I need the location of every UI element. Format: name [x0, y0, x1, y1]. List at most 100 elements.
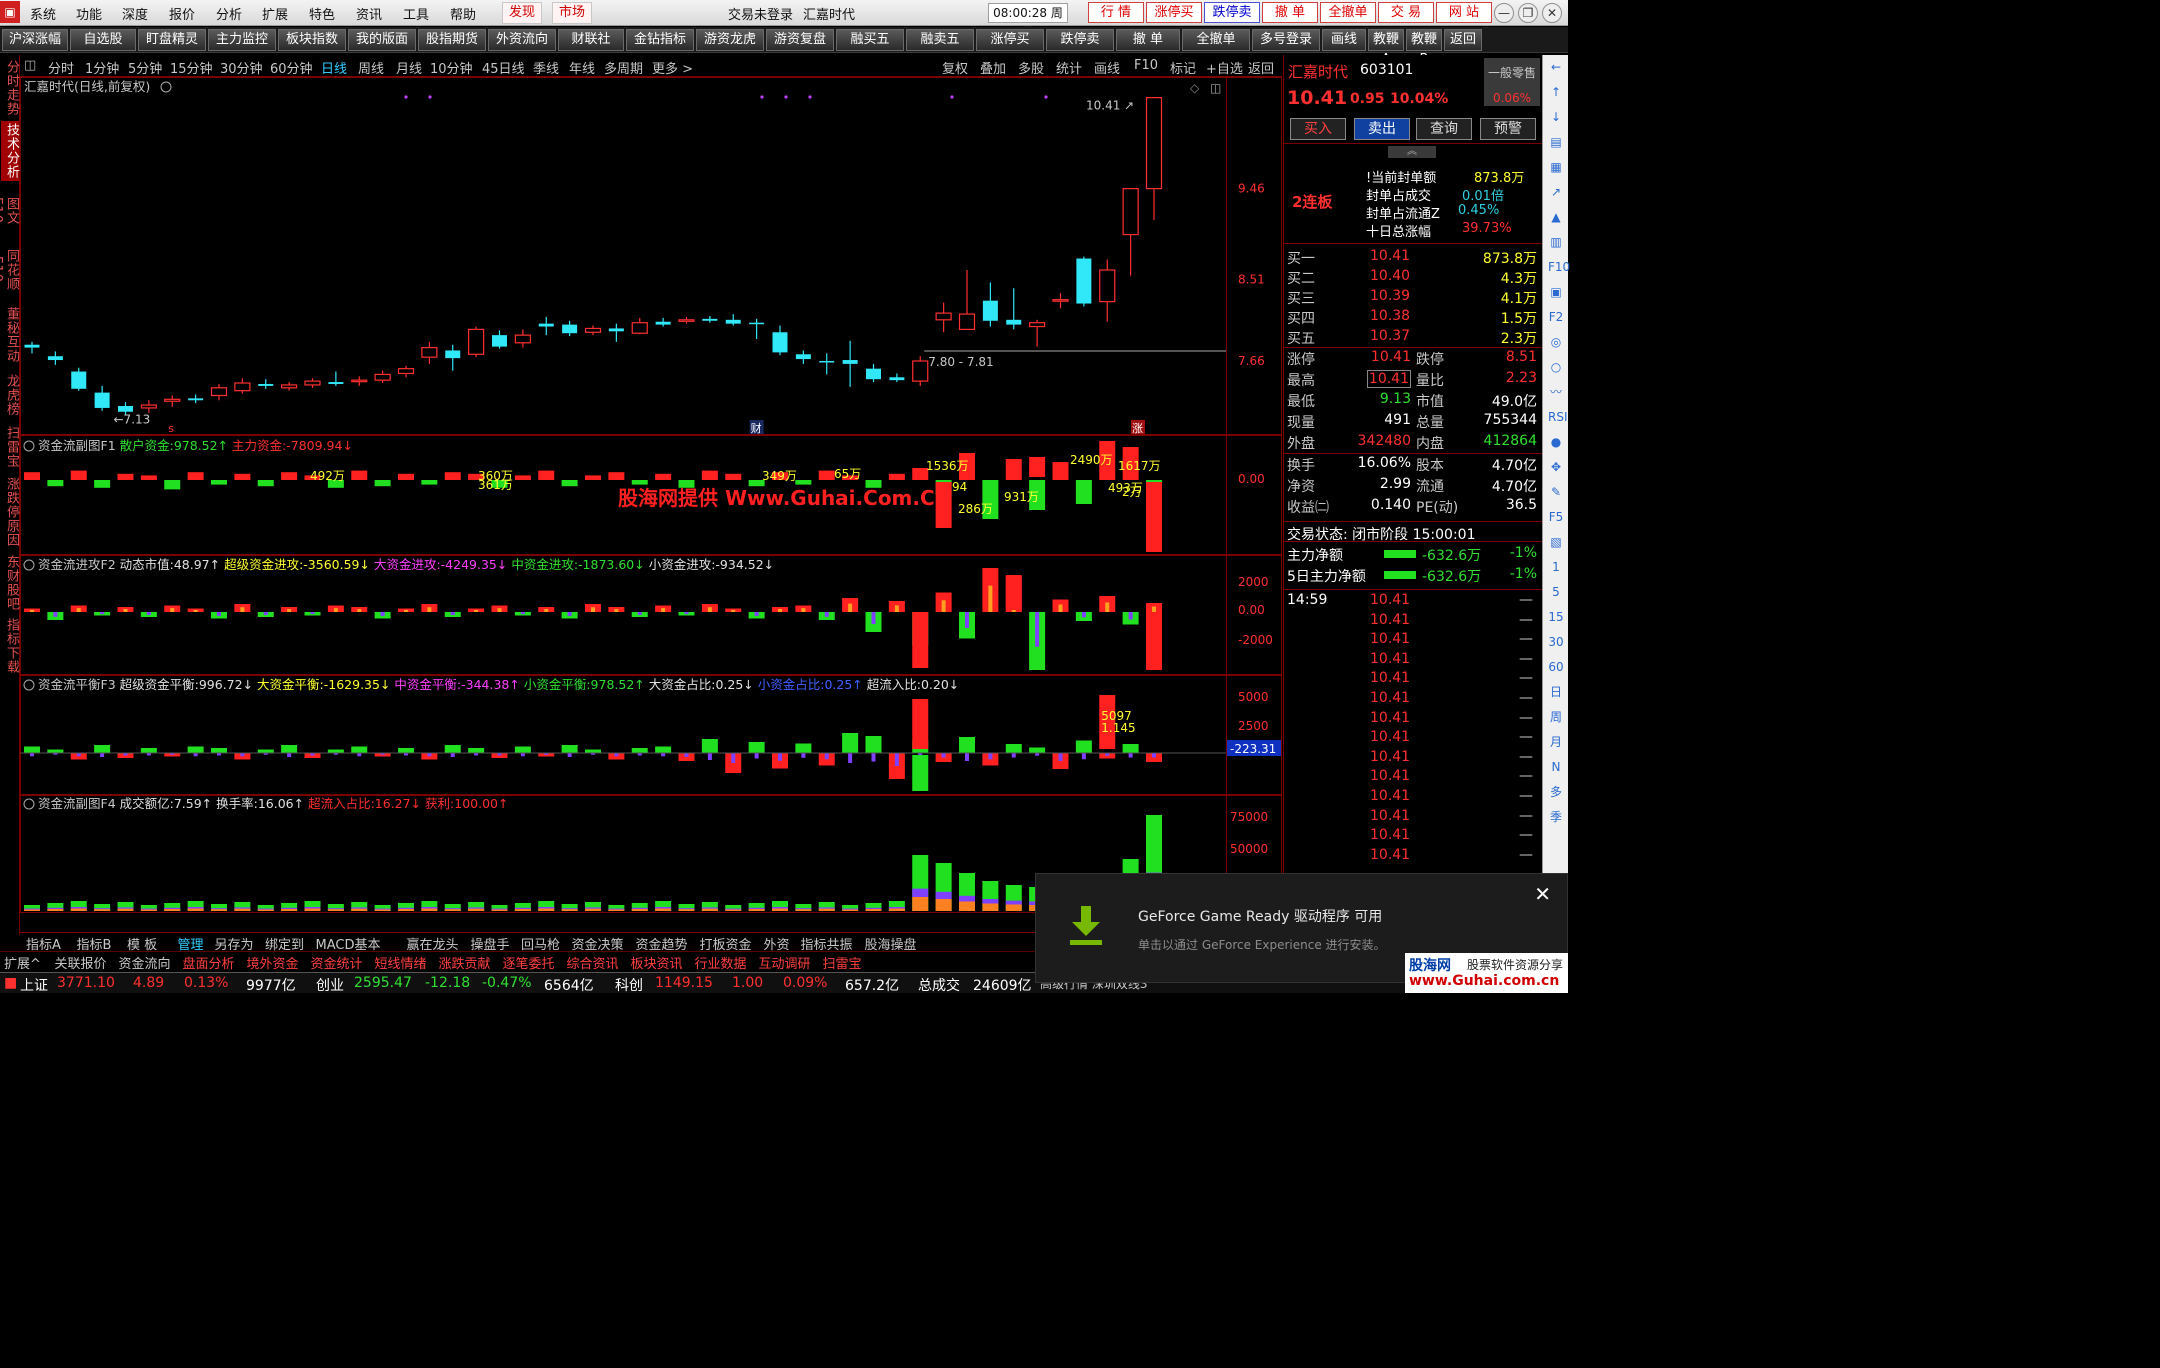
limit-down-sell-button[interactable]: 跌停卖 [1204, 2, 1260, 23]
side-tool-icon[interactable]: 15 [1548, 609, 1564, 625]
toolbar-item[interactable]: 融买五 [836, 29, 904, 51]
chart-tool-button[interactable]: +自选 [1206, 58, 1243, 77]
menu-discover[interactable]: 发现 [502, 2, 543, 24]
toast-close-icon[interactable]: ✕ [1534, 882, 1551, 906]
side-tool-icon[interactable]: F10 [1548, 259, 1570, 275]
buy-button[interactable]: 买入 [1290, 118, 1346, 140]
toolbar-item[interactable]: 融卖五 [906, 29, 974, 51]
extension-tab[interactable]: 关联报价 [55, 953, 107, 972]
side-tool-icon[interactable]: 〰 [1548, 384, 1564, 400]
side-tool-icon[interactable]: ● [1548, 434, 1564, 450]
side-tool-icon[interactable]: ↗ [1548, 184, 1564, 200]
menu-feature[interactable]: 特色 [309, 4, 335, 23]
toolbar-item[interactable]: 自选股 [70, 29, 136, 51]
extension-tab[interactable]: 行业数据 [695, 953, 747, 972]
chart-tool-button[interactable]: 画线 [1094, 58, 1120, 77]
period-tab[interactable]: 多周期 [604, 58, 643, 77]
side-tool-icon[interactable]: ← [1548, 59, 1564, 75]
toolbar-item[interactable]: 股指期货 [418, 29, 486, 51]
side-tool-icon[interactable]: ↑ [1548, 84, 1564, 100]
quote-button[interactable]: 行 情 [1088, 2, 1144, 23]
menu-help[interactable]: 帮助 [450, 4, 476, 23]
index1-name[interactable]: 上证 [20, 975, 48, 995]
toolbar-item[interactable]: 游资龙虎 [696, 29, 764, 51]
menu-market[interactable]: 市场 [552, 2, 593, 24]
toolbar-item[interactable]: 撤 单 [1116, 29, 1180, 51]
extension-tab[interactable]: 资金流向 [119, 953, 171, 972]
chart-svg[interactable]: 汇嘉时代(日线,前复权) ◇ ◫ 9.46 8.51 7.66 10.41 ↗ ←7.13 7.8… [20, 77, 1282, 930]
left-tab[interactable]: 涨跌停原因 [1, 475, 19, 549]
side-tool-icon[interactable]: F2 [1548, 309, 1564, 325]
extension-tab[interactable]: 涨跌贡献 [439, 953, 491, 972]
side-tool-icon[interactable]: ▤ [1548, 134, 1564, 150]
extension-tab[interactable]: 扫雷宝 [823, 953, 862, 972]
cancel-all-button[interactable]: 全撤单 [1320, 2, 1376, 23]
period-tab[interactable]: 45日线 [482, 58, 525, 77]
toolbar-item[interactable]: 财联社 [558, 29, 624, 51]
menu-analysis[interactable]: 分析 [216, 4, 242, 23]
chart-tool-button[interactable]: 叠加 [980, 58, 1006, 77]
toolbar-item[interactable]: 返回 [1444, 29, 1482, 51]
extension-tab[interactable]: 短线情绪 [375, 953, 427, 972]
toolbar-item[interactable]: 主力监控 [208, 29, 276, 51]
side-tool-icon[interactable]: ▣ [1548, 284, 1564, 300]
period-tab[interactable]: 周线 [358, 58, 384, 77]
period-tab[interactable]: 30分钟 [220, 58, 263, 77]
side-tool-icon[interactable]: 60 [1548, 659, 1564, 675]
chart-tool-button[interactable]: 多股 [1018, 58, 1044, 77]
side-tool-icon[interactable]: ↓ [1548, 109, 1564, 125]
side-tool-icon[interactable]: 多 [1548, 784, 1564, 800]
layout-toggle-icon[interactable]: ◫ [24, 58, 36, 73]
toolbar-item[interactable]: 板块指数 [278, 29, 346, 51]
chart-tool-button[interactable]: 返回 [1248, 58, 1274, 77]
left-tab[interactable]: 董秘互动 [1, 305, 19, 365]
chart-tool-button[interactable]: 统计 [1056, 58, 1082, 77]
left-tab[interactable]: 扫雷宝 [1, 425, 19, 469]
toolbar-item[interactable]: 沪深涨幅 [2, 29, 68, 51]
side-tool-icon[interactable]: 日 [1548, 684, 1564, 700]
toolbar-item[interactable]: 跌停卖 [1046, 29, 1114, 51]
side-tool-icon[interactable]: 1 [1548, 559, 1564, 575]
minimize-icon[interactable]: — [1494, 3, 1514, 23]
period-tab[interactable]: 60分钟 [270, 58, 313, 77]
left-tab[interactable]: 图文F10 [0, 187, 19, 235]
toolbar-item[interactable]: 盯盘精灵 [138, 29, 206, 51]
period-tab[interactable]: 更多 > [652, 58, 693, 77]
chart-area[interactable]: 汇嘉时代(日线,前复权) ◇ ◫ 9.46 8.51 7.66 10.41 ↗ ←7.13 7.8… [20, 77, 1282, 930]
period-tab[interactable]: 年线 [569, 58, 595, 77]
extension-tab[interactable]: 盘面分析 [183, 953, 235, 972]
close-icon[interactable]: ✕ [1542, 3, 1562, 23]
left-tab[interactable]: 同花顺F10 [0, 241, 19, 299]
chart-tool-button[interactable]: F10 [1134, 58, 1158, 73]
left-tab[interactable]: 技术分析 [1, 121, 19, 181]
extension-tab[interactable]: 互动调研 [759, 953, 811, 972]
side-tool-icon[interactable]: ○ [1548, 359, 1564, 375]
period-tab[interactable]: 日线 [321, 58, 347, 77]
side-tool-icon[interactable]: 月 [1548, 734, 1564, 750]
menu-depth[interactable]: 深度 [122, 4, 148, 23]
side-tool-icon[interactable]: RSI [1548, 409, 1568, 425]
side-tool-icon[interactable]: 5 [1548, 584, 1564, 600]
side-tool-icon[interactable]: N [1548, 759, 1564, 775]
side-tool-icon[interactable]: ▧ [1548, 534, 1564, 550]
extension-tab[interactable]: 资金统计 [311, 953, 363, 972]
cancel-order-button[interactable]: 撤 单 [1262, 2, 1318, 23]
period-tab[interactable]: 季线 [533, 58, 559, 77]
period-tab[interactable]: 1分钟 [85, 58, 119, 77]
toolbar-item[interactable]: 多号登录 [1252, 29, 1320, 51]
menu-quote[interactable]: 报价 [169, 4, 195, 23]
period-tab[interactable]: 月线 [396, 58, 422, 77]
sell-button[interactable]: 卖出 [1354, 118, 1410, 140]
side-tool-icon[interactable]: F5 [1548, 509, 1564, 525]
menu-tools[interactable]: 工具 [403, 4, 429, 23]
toolbar-item[interactable]: 我的版面 [348, 29, 416, 51]
trade-button[interactable]: 交 易 [1378, 2, 1434, 23]
side-tool-icon[interactable]: 季 [1548, 809, 1564, 825]
side-tool-icon[interactable]: 30 [1548, 634, 1564, 650]
menu-extend[interactable]: 扩展 [262, 4, 288, 23]
period-tab[interactable]: 分时 [48, 58, 74, 77]
chart-tool-button[interactable]: 标记 [1170, 58, 1196, 77]
side-tool-icon[interactable]: ◎ [1548, 334, 1564, 350]
menu-news[interactable]: 资讯 [356, 4, 382, 23]
toolbar-item[interactable]: 教鞭B [1406, 29, 1442, 67]
